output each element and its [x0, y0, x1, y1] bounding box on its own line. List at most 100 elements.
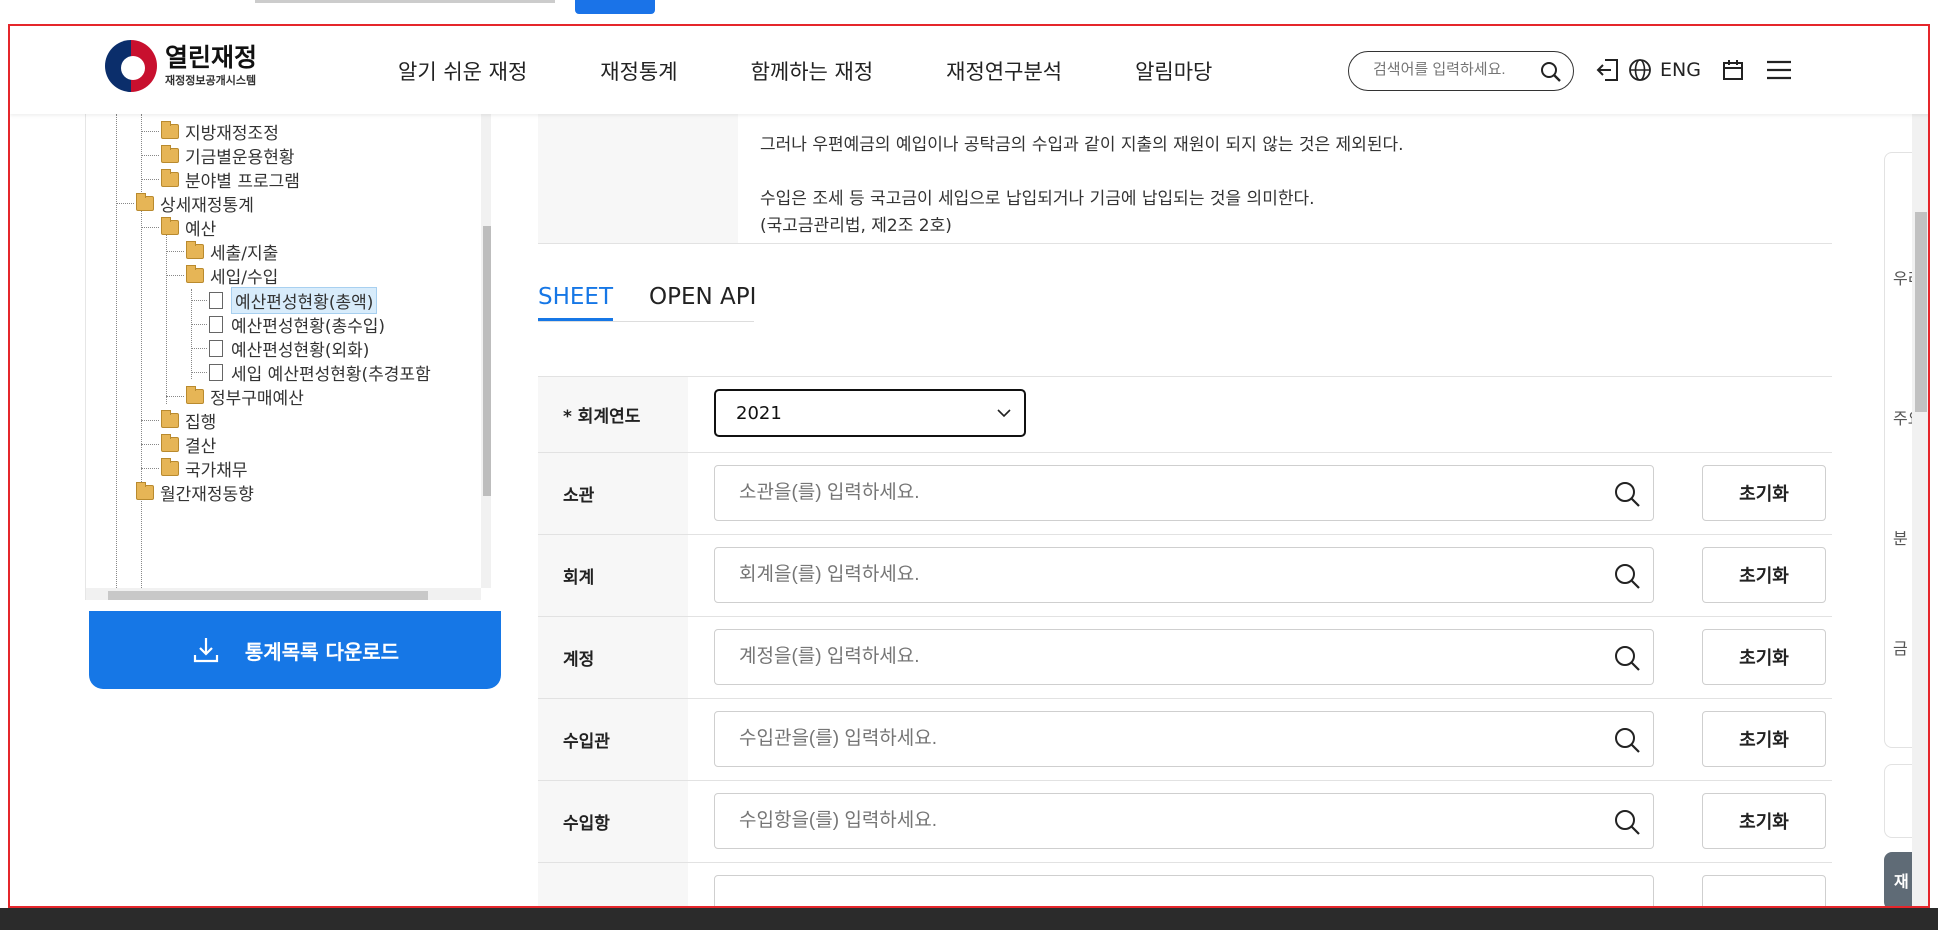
tree-node[interactable]: 세출/지출 — [186, 239, 278, 264]
search-icon[interactable] — [1613, 644, 1641, 672]
folder-icon — [161, 457, 179, 476]
revenue-item-input[interactable] — [739, 810, 1559, 832]
reset-button[interactable]: 초기화 — [1702, 465, 1826, 521]
folder-icon — [161, 433, 179, 452]
nav-item-notice[interactable]: 알림마당 — [1135, 56, 1212, 86]
tree-node[interactable]: 기금별운용현황 — [161, 143, 294, 168]
taegeuk-logo-icon — [105, 40, 157, 92]
year-label: * 회계연도 — [538, 377, 688, 452]
tree-node[interactable]: 월간재정동향 — [136, 480, 254, 505]
stats-list-download-button[interactable]: 통계목록 다운로드 — [89, 611, 501, 689]
scrollbar-thumb[interactable] — [483, 226, 491, 496]
tree-node[interactable]: 집행 — [161, 408, 216, 433]
tree-node[interactable]: 예산편성현황(외화) — [207, 336, 369, 361]
scrollbar-thumb[interactable] — [1915, 212, 1927, 412]
tab-open-api[interactable]: OPEN API — [649, 284, 756, 321]
field-label — [538, 863, 688, 906]
folder-icon — [186, 385, 204, 404]
cropped-banner-button[interactable] — [575, 0, 655, 14]
search-icon[interactable] — [1613, 480, 1641, 508]
document-icon — [209, 363, 223, 381]
year-select[interactable]: 2021 — [714, 389, 1026, 437]
form-row-cropped — [538, 863, 1832, 906]
document-icon — [209, 291, 223, 309]
definition-line: 그러나 우편예금의 예입이나 공탁금의 수입과 같이 지출의 재원이 되지 않는… — [760, 135, 1404, 155]
field-input-box — [714, 629, 1654, 685]
nav-item-research-analysis[interactable]: 재정연구분석 — [946, 56, 1062, 86]
search-icon[interactable] — [1613, 562, 1641, 590]
chevron-down-icon — [997, 409, 1011, 418]
globe-icon[interactable] — [1624, 54, 1656, 86]
definition-label-column — [538, 114, 738, 243]
page-scrollbar[interactable] — [1912, 26, 1928, 906]
tree-node[interactable]: 분야별 프로그램 — [161, 167, 300, 192]
header-search — [1348, 51, 1574, 91]
subaccount-input[interactable] — [739, 646, 1559, 668]
search-input[interactable] — [1373, 61, 1533, 78]
tree-node[interactable]: 상세재정통계 — [136, 191, 254, 216]
reset-button[interactable]: 초기화 — [1702, 547, 1826, 603]
calendar-icon[interactable] — [1717, 54, 1749, 86]
site-logo[interactable]: 열린재정 재정정보공개시스템 — [105, 40, 257, 92]
field-input-box — [714, 711, 1654, 767]
definition-block: 그러나 우편예금의 예입이나 공탁금의 수입과 같이 지출의 재원이 되지 않는… — [538, 114, 1832, 244]
stats-tree-panel: 지방재정조정 기금별운용현황 분야별 프로그램 상세재정통계 예산 세출/지출 … — [85, 114, 491, 600]
form-row: 계정 초기화 — [538, 617, 1832, 699]
search-icon[interactable] — [1613, 808, 1641, 836]
form-row: 수입관 초기화 — [538, 699, 1832, 781]
search-icon[interactable] — [1539, 60, 1563, 84]
field-input-box[interactable] — [714, 875, 1654, 906]
form-row: 수입항 초기화 — [538, 781, 1832, 863]
language-toggle[interactable]: ENG — [1660, 59, 1701, 81]
ministry-input[interactable] — [739, 482, 1559, 504]
reset-button[interactable]: 초기화 — [1702, 793, 1826, 849]
revenue-category-input[interactable] — [739, 728, 1559, 750]
menu-icon[interactable] — [1763, 54, 1795, 86]
reset-button[interactable] — [1702, 875, 1826, 906]
tree-node[interactable]: 세입/수입 — [186, 263, 278, 288]
nav-item-easy-finance[interactable]: 알기 쉬운 재정 — [398, 56, 527, 86]
tree-node[interactable]: 예산편성현황(총수입) — [207, 312, 385, 337]
tree-node[interactable]: 국가채무 — [161, 456, 248, 481]
page-frame: 열린재정 재정정보공개시스템 알기 쉬운 재정 재정통계 함께하는 재정 재정연… — [8, 24, 1930, 908]
login-icon[interactable] — [1592, 54, 1624, 86]
field-label: 소관 — [538, 453, 688, 534]
account-input[interactable] — [739, 564, 1559, 586]
tree-node[interactable]: 정부구매예산 — [186, 384, 304, 409]
filter-form: * 회계연도 2021 소관 초기화 회계 초기화 계정 — [538, 376, 1832, 906]
tree-node[interactable]: 결산 — [161, 432, 216, 457]
scrollbar-thumb[interactable] — [108, 591, 428, 600]
tree-node[interactable]: 예산 — [161, 215, 216, 240]
tree-vertical-scrollbar[interactable] — [481, 114, 491, 588]
field-input-box — [714, 547, 1654, 603]
cropped-banner-text — [255, 0, 555, 3]
folder-icon — [136, 192, 154, 211]
field-label: 계정 — [538, 617, 688, 698]
header-utility-icons: ENG — [1592, 54, 1795, 86]
os-taskbar — [0, 908, 1938, 930]
document-icon — [209, 315, 223, 333]
quick-menu-item[interactable]: 분 — [1893, 525, 1908, 549]
search-icon[interactable] — [1613, 726, 1641, 754]
tree-node[interactable]: 세입 예산편성현황(추경포함 — [207, 360, 431, 385]
definition-line: 수입은 조세 등 국고금이 세입으로 납입되거나 기금에 납입되는 것을 의미한… — [760, 189, 1315, 209]
nav-item-together-finance[interactable]: 함께하는 재정 — [751, 56, 874, 86]
tree-node[interactable]: 지방재정조정 — [161, 119, 279, 144]
field-input-box — [714, 793, 1654, 849]
tab-sheet[interactable]: SHEET — [538, 284, 614, 321]
folder-icon — [161, 120, 179, 139]
reset-button[interactable]: 초기화 — [1702, 711, 1826, 767]
field-input-box — [714, 465, 1654, 521]
tree-node-selected[interactable]: 예산편성현황(총액) — [207, 286, 378, 314]
quick-menu-item[interactable]: 금 — [1893, 635, 1908, 659]
folder-icon — [161, 216, 179, 235]
form-row: 회계 초기화 — [538, 535, 1832, 617]
form-row-year: * 회계연도 2021 — [538, 377, 1832, 453]
site-header: 열린재정 재정정보공개시스템 알기 쉬운 재정 재정통계 함께하는 재정 재정연… — [10, 26, 1928, 114]
form-row: 소관 초기화 — [538, 453, 1832, 535]
nav-item-finance-stats[interactable]: 재정통계 — [600, 56, 677, 86]
definition-line: (국고금관리법, 제2조 2호) — [760, 216, 952, 236]
folder-icon — [161, 409, 179, 428]
tree-horizontal-scrollbar[interactable] — [86, 588, 481, 600]
reset-button[interactable]: 초기화 — [1702, 629, 1826, 685]
